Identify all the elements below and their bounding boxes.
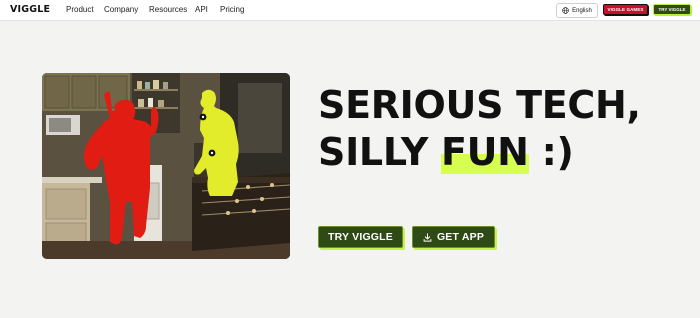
nav-link-pricing[interactable]: Pricing bbox=[220, 5, 244, 14]
get-app-button[interactable]: GET APP bbox=[412, 226, 495, 248]
nav-link-product[interactable]: Product bbox=[66, 5, 94, 14]
headline-accent-fun: FUN bbox=[440, 130, 529, 174]
nav-link-api[interactable]: API bbox=[195, 5, 208, 14]
segmentation-scene bbox=[42, 73, 290, 259]
viggle-games-button[interactable]: VIGGLE GAMES bbox=[603, 4, 648, 15]
top-navbar: VIGGLE Product Company Resources API Pri… bbox=[0, 0, 700, 21]
nav-link-company[interactable]: Company bbox=[104, 5, 138, 14]
viggle-logo[interactable]: VIGGLE bbox=[10, 4, 50, 15]
headline-prefix: SILLY bbox=[318, 130, 441, 174]
download-icon bbox=[423, 232, 432, 242]
hero-demo-image bbox=[42, 73, 290, 259]
language-selector[interactable]: English bbox=[556, 3, 598, 18]
try-viggle-nav-button[interactable]: TRY VIGGLE bbox=[653, 4, 691, 15]
headline-suffix: :) bbox=[528, 130, 574, 174]
globe-icon bbox=[562, 7, 569, 14]
headline-line-2: SILLY FUN :) bbox=[318, 129, 641, 176]
language-label: English bbox=[572, 7, 592, 14]
nav-link-resources[interactable]: Resources bbox=[149, 5, 187, 14]
hero-headline: SERIOUS TECH, SILLY FUN :) bbox=[318, 82, 641, 176]
headline-line-1: SERIOUS TECH, bbox=[318, 83, 641, 127]
try-viggle-button[interactable]: TRY VIGGLE bbox=[318, 226, 403, 248]
try-viggle-label: TRY VIGGLE bbox=[327, 231, 393, 243]
get-app-label: GET APP bbox=[436, 231, 485, 243]
